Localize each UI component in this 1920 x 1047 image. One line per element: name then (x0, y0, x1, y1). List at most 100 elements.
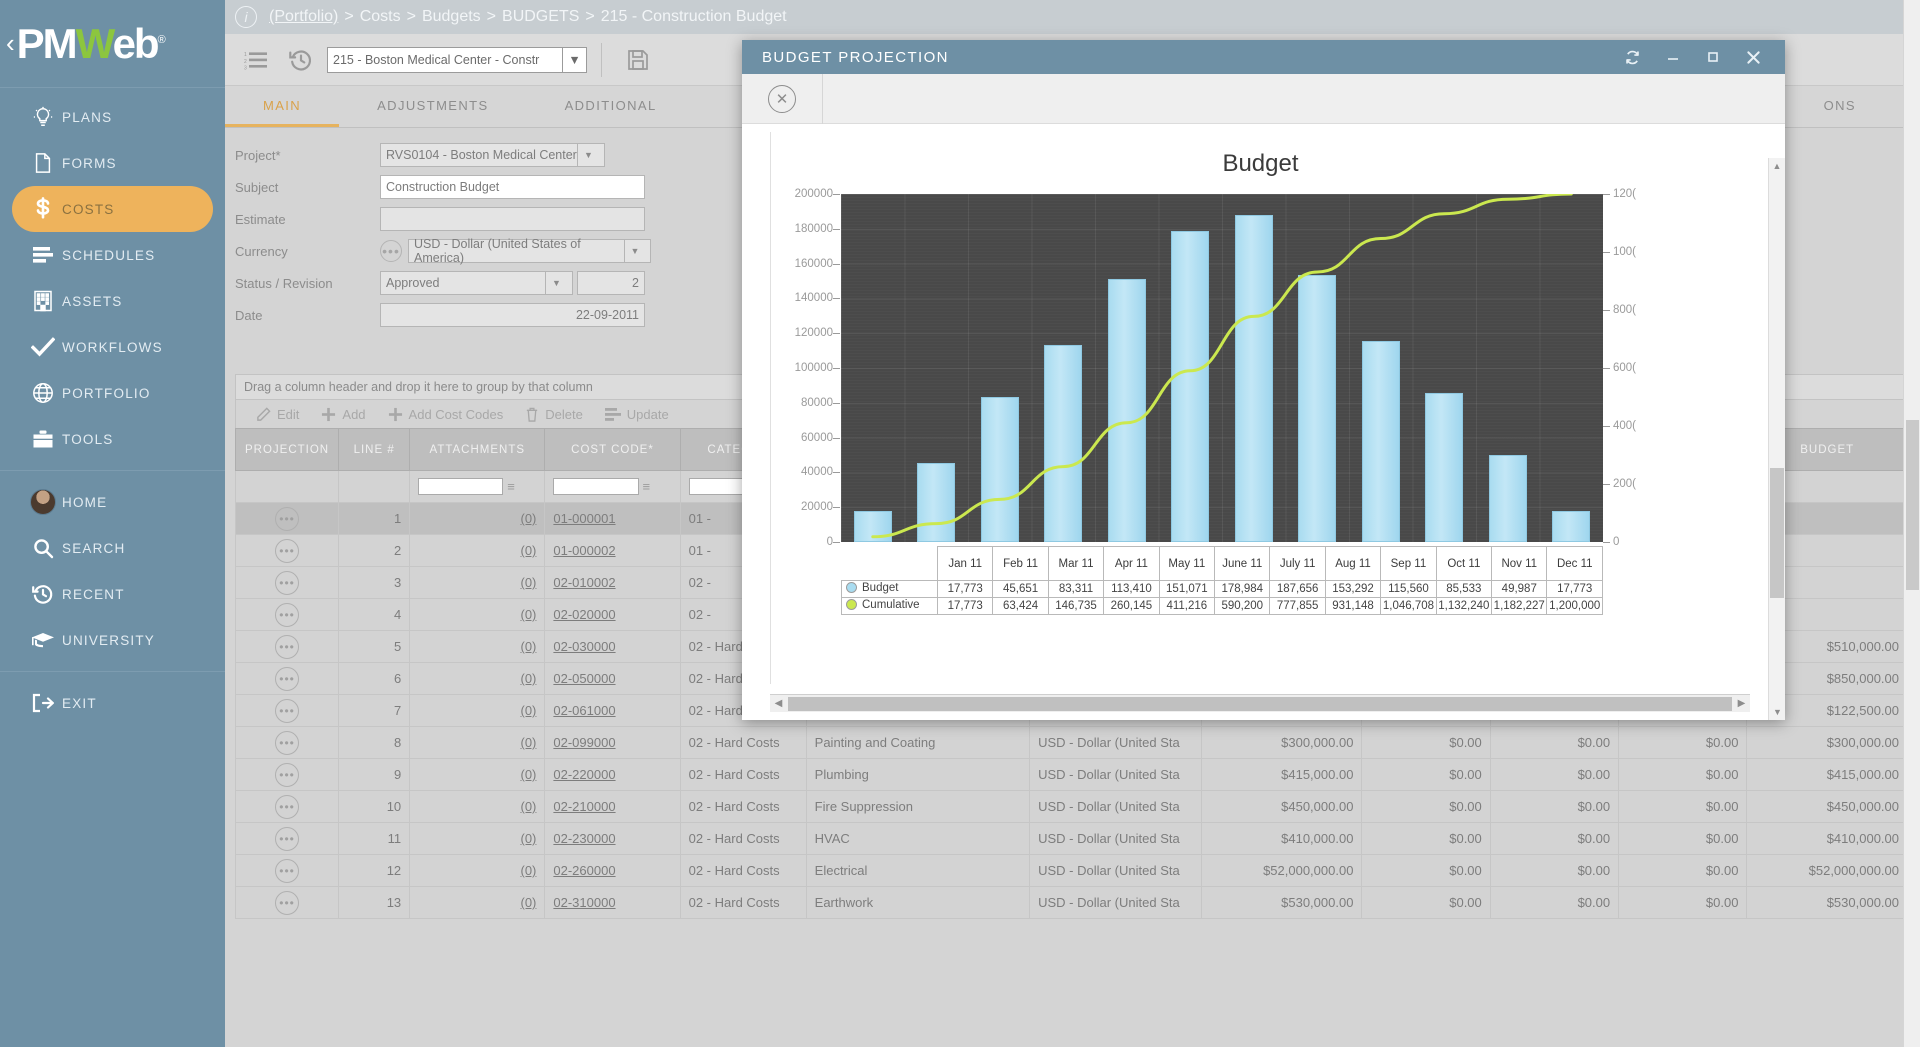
row-menu-icon[interactable]: ••• (275, 538, 300, 563)
chart-bar[interactable] (1488, 455, 1527, 542)
row-projection-cell[interactable]: ••• (234, 598, 340, 631)
info-icon[interactable]: i (235, 6, 257, 28)
row-projection-cell[interactable]: ••• (234, 854, 340, 887)
row-attachments-cell[interactable]: (0) (409, 502, 546, 535)
table-row[interactable]: ••• 13 (0) 02-310000 02 - Hard Costs Earthwor… (234, 886, 1908, 919)
row-projection-cell[interactable]: ••• (234, 566, 340, 599)
row-projection-cell[interactable]: ••• (234, 790, 340, 823)
table-row[interactable]: ••• 8 (0) 02-099000 02 - Hard Costs Painting … (234, 726, 1908, 759)
row-menu-icon[interactable]: ••• (275, 730, 300, 755)
cost-code-link[interactable]: 02-099000 (553, 735, 615, 750)
cost-code-link[interactable]: 02-050000 (553, 671, 615, 686)
vscroll-thumb[interactable] (1770, 468, 1784, 598)
add-button[interactable]: Add (321, 407, 366, 422)
attachment-link[interactable]: (0) (521, 607, 537, 622)
row-cost-code-cell[interactable]: 02-260000 (544, 854, 681, 887)
row-cost-code-cell[interactable]: 02-230000 (544, 822, 681, 855)
dialog-vertical-scrollbar[interactable]: ▲ ▼ (1768, 158, 1785, 720)
filter-input[interactable] (553, 478, 639, 496)
row-menu-icon[interactable]: ••• (275, 698, 300, 723)
attachment-link[interactable]: (0) (521, 639, 537, 654)
chart-bar[interactable] (1171, 230, 1210, 542)
cost-code-link[interactable]: 02-220000 (553, 767, 615, 782)
dialog-title-bar[interactable]: BUDGET PROJECTION (742, 40, 1785, 74)
chart-bar[interactable] (980, 397, 1019, 542)
scroll-left-icon[interactable]: ◀ (770, 698, 787, 709)
cost-code-link[interactable]: 02-030000 (553, 639, 615, 654)
row-menu-icon[interactable]: ••• (275, 794, 300, 819)
col-attachments[interactable]: ATTACHMENTS (409, 428, 546, 471)
attachment-link[interactable]: (0) (521, 575, 537, 590)
attachment-link[interactable]: (0) (521, 895, 537, 910)
attachment-link[interactable]: (0) (521, 735, 537, 750)
table-row[interactable]: ••• 11 (0) 02-230000 02 - Hard Costs HVAC USD … (234, 822, 1908, 855)
row-attachments-cell[interactable]: (0) (409, 566, 546, 599)
subject-field[interactable]: Construction Budget (380, 175, 645, 199)
project-field[interactable]: RVS0104 - Boston Medical Center ▼ (380, 143, 605, 167)
attachment-link[interactable]: (0) (521, 703, 537, 718)
row-projection-cell[interactable]: ••• (234, 534, 340, 567)
sidebar-item-forms[interactable]: FORMS (12, 140, 213, 186)
row-attachments-cell[interactable]: (0) (409, 854, 546, 887)
row-attachments-cell[interactable]: (0) (409, 790, 546, 823)
row-menu-icon[interactable]: ••• (275, 858, 300, 883)
tab-main[interactable]: MAIN (225, 85, 340, 127)
breadcrumb-root[interactable]: (Portfolio) (269, 8, 338, 26)
cost-code-link[interactable]: 02-020000 (553, 607, 615, 622)
row-projection-cell[interactable]: ••• (234, 822, 340, 855)
row-attachments-cell[interactable]: (0) (409, 822, 546, 855)
sidebar-item-home[interactable]: HOME (12, 479, 213, 525)
attachment-link[interactable]: (0) (521, 863, 537, 878)
chart-horizontal-scrollbar[interactable]: ◀ ▶ (770, 694, 1750, 712)
col-projection[interactable]: PROJECTION (234, 428, 340, 471)
scroll-down-icon[interactable]: ▼ (1769, 704, 1785, 720)
row-projection-cell[interactable]: ••• (234, 886, 340, 919)
chart-bar[interactable] (1044, 344, 1083, 542)
sidebar-item-workflows[interactable]: WORKFLOWS (12, 324, 213, 370)
row-attachments-cell[interactable]: (0) (409, 598, 546, 631)
row-cost-code-cell[interactable]: 02-099000 (544, 726, 681, 759)
row-menu-icon[interactable]: ••• (275, 826, 300, 851)
chart-bar[interactable] (1552, 511, 1591, 542)
minimize-icon[interactable] (1666, 50, 1680, 64)
history-icon[interactable] (279, 48, 323, 72)
row-cost-code-cell[interactable]: 02-050000 (544, 662, 681, 695)
sidebar-item-portfolio[interactable]: PORTFOLIO (12, 370, 213, 416)
chevron-down-icon[interactable]: ▼ (545, 272, 567, 294)
save-icon[interactable] (616, 48, 660, 72)
sidebar-item-assets[interactable]: ASSETS (12, 278, 213, 324)
row-attachments-cell[interactable]: (0) (409, 630, 546, 663)
chevron-down-icon[interactable]: ▼ (562, 47, 586, 72)
row-menu-icon[interactable]: ••• (275, 570, 300, 595)
sidebar-item-search[interactable]: SEARCH (12, 525, 213, 571)
chevron-down-icon[interactable]: ▼ (577, 144, 599, 166)
revision-field[interactable]: 2 (577, 271, 645, 295)
row-cost-code-cell[interactable]: 01-000002 (544, 534, 681, 567)
cost-code-link[interactable]: 02-260000 (553, 863, 615, 878)
breadcrumb-budgets-upper[interactable]: BUDGETS (502, 8, 579, 26)
row-attachments-cell[interactable]: (0) (409, 726, 546, 759)
chart-bar[interactable] (1361, 340, 1400, 542)
row-cost-code-cell[interactable]: 02-061000 (544, 694, 681, 727)
sidebar-item-tools[interactable]: TOOLS (12, 416, 213, 462)
table-row[interactable]: ••• 12 (0) 02-260000 02 - Hard Costs Electric… (234, 854, 1908, 887)
row-attachments-cell[interactable]: (0) (409, 694, 546, 727)
sidebar-item-recent[interactable]: RECENT (12, 571, 213, 617)
row-cost-code-cell[interactable]: 02-020000 (544, 598, 681, 631)
attachment-link[interactable]: (0) (521, 543, 537, 558)
scroll-up-icon[interactable]: ▲ (1769, 158, 1785, 174)
row-projection-cell[interactable]: ••• (234, 758, 340, 791)
row-attachments-cell[interactable]: (0) (409, 534, 546, 567)
app-logo[interactable]: ‹ PMWeb® (0, 0, 225, 88)
edit-button[interactable]: Edit (256, 407, 299, 422)
row-menu-icon[interactable]: ••• (275, 634, 300, 659)
chevron-down-icon[interactable]: ▼ (623, 240, 645, 262)
filter-icon[interactable]: ≡ (507, 479, 523, 494)
attachment-link[interactable]: (0) (521, 831, 537, 846)
cost-code-link[interactable]: 02-210000 (553, 799, 615, 814)
col-line[interactable]: LINE # (338, 428, 411, 471)
table-row[interactable]: ••• 10 (0) 02-210000 02 - Hard Costs Fire Sup… (234, 790, 1908, 823)
list-icon[interactable]: 1 2 3 (235, 50, 279, 70)
row-cost-code-cell[interactable]: 01-000001 (544, 502, 681, 535)
cost-code-link[interactable]: 01-000002 (553, 543, 615, 558)
